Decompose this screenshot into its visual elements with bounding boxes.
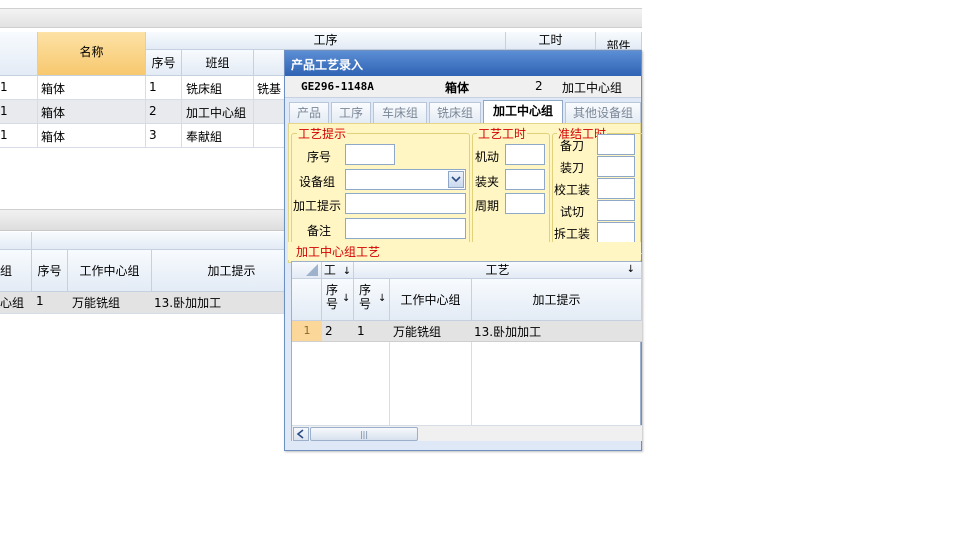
product-name: 箱体 [445, 81, 470, 95]
chevron-down-icon[interactable] [448, 171, 464, 188]
name-column-header[interactable]: 名称 [38, 32, 146, 76]
hours-column-header[interactable]: 工时 [506, 32, 596, 50]
window-top-strip [0, 8, 642, 28]
corner-header [0, 232, 32, 250]
grid-corner[interactable] [292, 262, 322, 279]
note-label: 备注 [307, 224, 332, 238]
tab-machining-center[interactable]: 加工中心组 [483, 100, 563, 123]
grid-line [37, 76, 38, 148]
seq-field[interactable] [345, 144, 395, 165]
grid-line [253, 76, 254, 148]
auto-time-field[interactable] [505, 144, 545, 165]
note-field[interactable] [345, 218, 466, 239]
product-number: 2 [535, 79, 543, 93]
tab-lathe[interactable]: 车床组 [373, 102, 427, 123]
prep-tool-field[interactable] [597, 134, 635, 155]
sort-arrow-icon: ↓ [378, 293, 387, 304]
horizontal-scrollbar[interactable]: ||| [292, 425, 642, 441]
seq2-column-header[interactable]: 序号 ↓ [354, 279, 390, 321]
dismantle-fixture-label: 拆工装 [554, 227, 591, 241]
process-hint-field[interactable] [345, 193, 466, 214]
process-hint-title: 工艺提示 [297, 125, 348, 142]
auto-time-label: 机动 [475, 150, 500, 164]
row-number: 1 [292, 321, 322, 341]
dialog-title-bar[interactable]: 产品工艺录入 [285, 51, 641, 76]
grid-line [181, 76, 182, 148]
dismantle-fixture-field[interactable] [597, 222, 635, 243]
load-tool-field[interactable] [597, 156, 635, 177]
grid-line [389, 342, 390, 426]
row-header-blank [292, 279, 322, 321]
group-column-header-b[interactable]: 工艺 ↓ [354, 262, 642, 279]
dialog-title: 产品工艺录入 [291, 58, 364, 72]
sort-arrow-icon: ↓ [342, 293, 351, 304]
prep-tool-label: 备刀 [560, 139, 585, 153]
tab-milling[interactable]: 铣床组 [429, 102, 481, 123]
tab-strip: 产品 工序 车床组 铣床组 加工中心组 其他设备组 [289, 100, 641, 123]
table-row[interactable]: 1 2 1 万能铣组 13.卧加加工 [292, 321, 642, 342]
process-hours-title: 工艺工时 [477, 125, 528, 142]
scroll-thumb[interactable]: ||| [310, 427, 418, 441]
seq-label: 序号 [307, 150, 332, 164]
name-column-header[interactable] [0, 32, 38, 76]
product-center: 加工中心组 [562, 81, 623, 95]
calibrate-fixture-field[interactable] [597, 178, 635, 199]
sort-arrow-icon: ↓ [342, 266, 352, 277]
process-hint-column-header[interactable]: 加工提示 [472, 279, 642, 321]
group-column-header-a[interactable]: 工 ↓ [322, 262, 354, 279]
tab-product[interactable]: 产品 [289, 102, 329, 123]
machining-grid-title: 加工中心组工艺 [296, 245, 381, 259]
grid-line [471, 342, 472, 426]
product-code: GE296-1148A [301, 80, 374, 93]
machining-grid-title-bar: 加工中心组工艺 [288, 242, 641, 260]
process-hint-label: 加工提示 [293, 199, 342, 213]
seq-column-header[interactable]: 序号 [32, 250, 68, 292]
equipment-group-label: 设备组 [299, 175, 336, 189]
partial-column-header[interactable]: 部件 [596, 32, 642, 50]
team-column-header[interactable]: 班组 [182, 50, 254, 76]
product-info-bar: GE296-1148A 箱体 2 加工中心组 [285, 76, 641, 98]
trial-cut-label: 试切 [560, 205, 585, 219]
grid-line [145, 76, 146, 148]
column-header[interactable]: 组 [0, 250, 32, 292]
seq1-column-header[interactable]: 序号 ↓ [322, 279, 354, 321]
work-center-column-header[interactable]: 工作中心组 [68, 250, 152, 292]
scroll-left-button[interactable] [293, 427, 309, 441]
tab-process[interactable]: 工序 [331, 102, 371, 123]
clamp-time-label: 装夹 [475, 175, 500, 189]
sort-arrow-icon: ↓ [626, 264, 635, 275]
seq-column-header[interactable]: 序号 [146, 50, 182, 76]
equipment-group-select[interactable] [345, 169, 466, 190]
trial-cut-field[interactable] [597, 200, 635, 221]
load-tool-label: 装刀 [560, 161, 585, 175]
tab-other-equipment[interactable]: 其他设备组 [565, 102, 641, 123]
process-column-header[interactable]: 工序 [146, 32, 506, 50]
process-entry-dialog: 产品工艺录入 GE296-1148A 箱体 2 加工中心组 产品 工序 车床组 … [284, 50, 642, 451]
machining-process-grid: 工 ↓ 工艺 ↓ 序号 ↓ 序号 ↓ 工作中心组 加工提示 1 2 1 万能铣组… [291, 261, 642, 441]
work-center-column-header[interactable]: 工作中心组 [390, 279, 472, 321]
calibrate-fixture-label: 校工装 [554, 183, 591, 197]
cycle-time-field[interactable] [505, 193, 545, 214]
cycle-time-label: 周期 [475, 199, 500, 213]
clamp-time-field[interactable] [505, 169, 545, 190]
